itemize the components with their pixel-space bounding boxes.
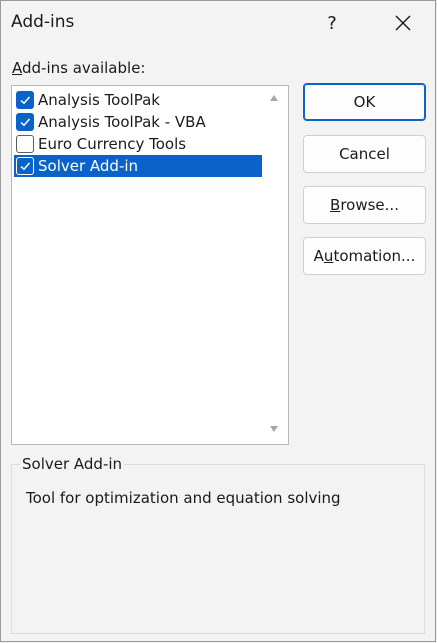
close-button[interactable] <box>381 5 425 41</box>
list-item-analysis-toolpak-vba[interactable]: Analysis ToolPak - VBA <box>14 111 262 133</box>
title-bar: Add-ins ? <box>1 1 435 45</box>
dialog-title: Add-ins <box>11 12 75 32</box>
checkmark-icon <box>20 96 31 105</box>
automation-button[interactable]: Au tomation... <box>303 237 426 275</box>
browse-label: rowse... <box>340 196 399 214</box>
checkbox-solver-add-in[interactable] <box>16 157 34 175</box>
close-icon <box>395 15 411 31</box>
list-item-label: Analysis ToolPak - VBA <box>38 113 206 131</box>
checkbox-euro-currency-tools[interactable] <box>16 135 34 153</box>
list-label-text: dd-ins available: <box>22 59 146 77</box>
scroll-up-arrow-icon <box>270 95 278 101</box>
checkbox-analysis-toolpak-vba[interactable] <box>16 113 34 131</box>
browse-button[interactable]: Browse... <box>303 186 426 224</box>
checkbox-analysis-toolpak[interactable] <box>16 91 34 109</box>
scroll-up-button[interactable] <box>266 90 282 106</box>
list-item-solver-add-in[interactable]: Solver Add-in <box>14 155 262 177</box>
scroll-down-arrow-icon <box>270 426 278 432</box>
list-item-euro-currency-tools[interactable]: Euro Currency Tools <box>14 133 262 155</box>
add-ins-listbox[interactable]: Analysis ToolPak Analysis ToolPak - VBA … <box>11 85 289 445</box>
description-title: Solver Add-in <box>20 455 125 473</box>
list-item-label: Solver Add-in <box>38 157 139 175</box>
automation-label-rest: tomation... <box>333 247 416 265</box>
list-item-label: Euro Currency Tools <box>38 135 187 153</box>
list-label-accelerator: A <box>12 59 22 77</box>
list-item-analysis-toolpak[interactable]: Analysis ToolPak <box>14 89 262 111</box>
add-ins-list-label: Add-ins available: <box>12 59 145 77</box>
browse-accelerator: B <box>330 196 341 214</box>
add-ins-dialog: Add-ins ? Add-ins available: Analysis To… <box>0 0 436 642</box>
description-text: Tool for optimization and equation solvi… <box>26 489 341 507</box>
scroll-down-button[interactable] <box>266 421 282 437</box>
cancel-button[interactable]: Cancel <box>303 135 426 173</box>
list-item-label: Analysis ToolPak <box>38 91 160 109</box>
automation-accelerator: u <box>323 247 334 265</box>
automation-label-start: A <box>313 247 324 265</box>
help-button[interactable]: ? <box>313 5 351 41</box>
ok-button[interactable]: OK <box>303 83 426 121</box>
checkmark-icon <box>20 162 31 171</box>
checkmark-icon <box>20 118 31 127</box>
